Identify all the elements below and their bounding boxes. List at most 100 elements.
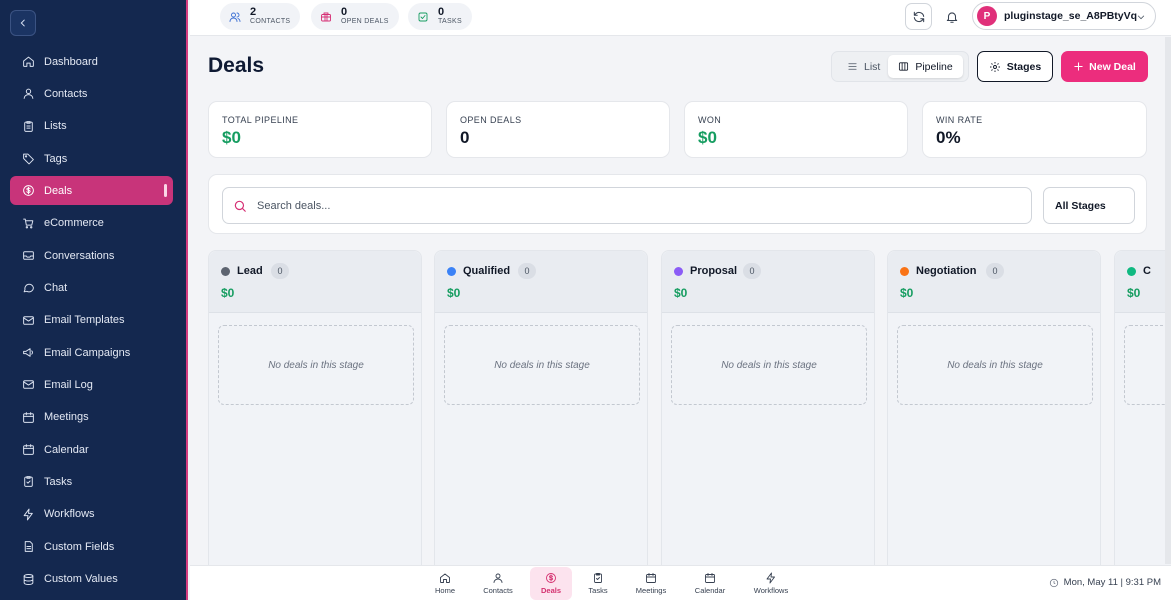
list-view-button[interactable]: List	[835, 55, 888, 78]
stage-name: Lead	[237, 265, 263, 277]
sidebar-item-calendar[interactable]: Calendar	[10, 435, 173, 464]
empty-stage-dropzone[interactable]: No deals in this stage	[218, 325, 414, 405]
sidebar-item-label: Dashboard	[44, 55, 98, 68]
columns-icon	[899, 62, 909, 71]
sidebar-item-tags[interactable]: Tags	[10, 144, 173, 173]
new-deal-button[interactable]: New Deal	[1061, 51, 1148, 82]
list-view-label: List	[864, 60, 881, 73]
briefcase-icon	[321, 12, 331, 21]
check-square-icon	[418, 12, 428, 21]
dock-item-home[interactable]: Home	[428, 567, 462, 600]
tasks-count-chip[interactable]: 0 TASKS	[408, 3, 472, 30]
inbox-icon	[23, 251, 34, 260]
stages-button[interactable]: Stages	[977, 51, 1053, 82]
sidebar-item-custom-fields[interactable]: Custom Fields	[10, 532, 173, 561]
dock-item-meetings[interactable]: Meetings	[630, 567, 672, 600]
stage-name: C	[1143, 265, 1151, 277]
notifications-button[interactable]	[938, 3, 965, 30]
sidebar-item-label: Email Log	[44, 378, 93, 391]
sidebar-item-email-templates[interactable]: Email Templates	[10, 306, 173, 335]
dock-item-label: Meetings	[635, 586, 667, 595]
stage-column-qualified: Qualified 0 $0 No deals in this stage	[434, 250, 648, 565]
search-box[interactable]	[222, 187, 1032, 224]
sidebar-item-lists[interactable]: Lists	[10, 112, 173, 141]
sidebar-item-label: Tags	[44, 152, 68, 165]
stage-header: C $0	[1115, 251, 1171, 313]
dock-item-contacts[interactable]: Contacts	[478, 567, 518, 600]
sidebar-item-label: eCommerce	[44, 217, 104, 230]
sidebar-item-conversations[interactable]: Conversations	[10, 241, 173, 270]
refresh-icon	[913, 11, 924, 22]
stat-label: WIN RATE	[936, 115, 983, 125]
clock-text: Mon, May 11 | 9:31 PM	[1063, 577, 1161, 588]
sidebar-item-meetings[interactable]: Meetings	[10, 403, 173, 432]
dock-item-workflows[interactable]: Workflows	[748, 567, 794, 600]
stage-color-dot	[447, 267, 456, 276]
stage-amount: $0	[900, 286, 914, 300]
home-icon	[23, 56, 34, 67]
sidebar-item-label: Custom Values	[44, 573, 118, 585]
empty-stage-dropzone[interactable]: No deals in this stage	[671, 325, 867, 405]
page-scrollbar[interactable]	[1165, 37, 1171, 564]
stage-amount: $0	[674, 286, 688, 300]
plus-icon	[1074, 62, 1083, 71]
stage-header: Proposal 0 $0	[662, 251, 874, 313]
stage-filter-select[interactable]: All Stages	[1043, 187, 1135, 224]
sidebar-item-deals[interactable]: Deals	[10, 176, 173, 206]
sidebar: Dashboard Contacts Lists Tags Deals eCom…	[0, 0, 188, 600]
stage-color-dot	[1127, 267, 1136, 276]
sidebar-item-ecommerce[interactable]: eCommerce	[10, 209, 173, 238]
stat-card-open-deals: OPEN DEALS 0	[446, 101, 670, 158]
calendar-icon	[23, 444, 34, 455]
user-menu-button[interactable]: P pluginstage_se_A8PBtyVq	[972, 2, 1156, 30]
sidebar-collapse-button[interactable]	[10, 10, 36, 36]
sidebar-item-email-campaigns[interactable]: Email Campaigns	[10, 338, 173, 367]
stat-value: 0%	[936, 128, 961, 147]
pipeline-view-button[interactable]: Pipeline	[888, 55, 963, 78]
dock-item-tasks[interactable]: Tasks	[582, 567, 614, 600]
avatar: P	[977, 6, 997, 26]
filter-bar: All Stages	[208, 174, 1147, 234]
open-deals-count-chip[interactable]: 0 OPEN DEALS	[311, 3, 399, 30]
sidebar-item-email-log[interactable]: Email Log	[10, 370, 173, 399]
chip-label: TASKS	[438, 18, 462, 25]
cart-icon	[23, 218, 34, 229]
empty-stage-dropzone[interactable]	[1124, 325, 1171, 405]
stage-count-badge: 0	[271, 263, 289, 279]
dock-item-calendar[interactable]: Calendar	[689, 567, 731, 600]
contacts-count-chip[interactable]: 2 CONTACTS	[220, 3, 301, 30]
chip-value: 0	[438, 6, 445, 18]
dock-item-deals[interactable]: Deals	[530, 567, 572, 600]
bolt-icon	[23, 508, 33, 521]
sidebar-item-contacts[interactable]: Contacts	[10, 79, 173, 108]
sidebar-item-tasks[interactable]: Tasks	[10, 467, 173, 496]
database-icon	[23, 573, 34, 585]
stat-label: OPEN DEALS	[460, 115, 522, 125]
refresh-button[interactable]	[905, 3, 932, 30]
stage-amount: $0	[1127, 286, 1141, 300]
new-deal-label: New Deal	[1089, 60, 1136, 73]
mail-icon	[23, 380, 34, 390]
stat-value: $0	[222, 128, 241, 147]
empty-stage-dropzone[interactable]: No deals in this stage	[444, 325, 640, 405]
clock: Mon, May 11 | 9:31 PM	[1049, 577, 1161, 588]
dock-item-label: Home	[434, 586, 455, 595]
chevron-down-icon	[1137, 15, 1145, 20]
sidebar-item-chat[interactable]: Chat	[10, 273, 173, 302]
sidebar-nav: Dashboard Contacts Lists Tags Deals eCom…	[10, 47, 173, 597]
chip-label: CONTACTS	[250, 18, 291, 25]
dock-item-label: Tasks	[588, 586, 608, 595]
stage-color-dot	[221, 267, 230, 276]
dollar-icon	[23, 185, 34, 197]
sidebar-item-custom-values[interactable]: Custom Values	[10, 565, 173, 594]
empty-stage-dropzone[interactable]: No deals in this stage	[897, 325, 1093, 405]
sidebar-item-workflows[interactable]: Workflows	[10, 500, 173, 529]
chip-value: 2	[250, 6, 257, 18]
stage-header: Qualified 0 $0	[435, 251, 647, 313]
stage-column-negotiation: Negotiation 0 $0 No deals in this stage	[887, 250, 1101, 565]
sidebar-item-label: Chat	[44, 281, 68, 294]
sidebar-item-label: Custom Fields	[44, 540, 115, 553]
users-icon	[23, 89, 34, 100]
search-input[interactable]	[257, 199, 957, 212]
sidebar-item-dashboard[interactable]: Dashboard	[10, 47, 173, 76]
